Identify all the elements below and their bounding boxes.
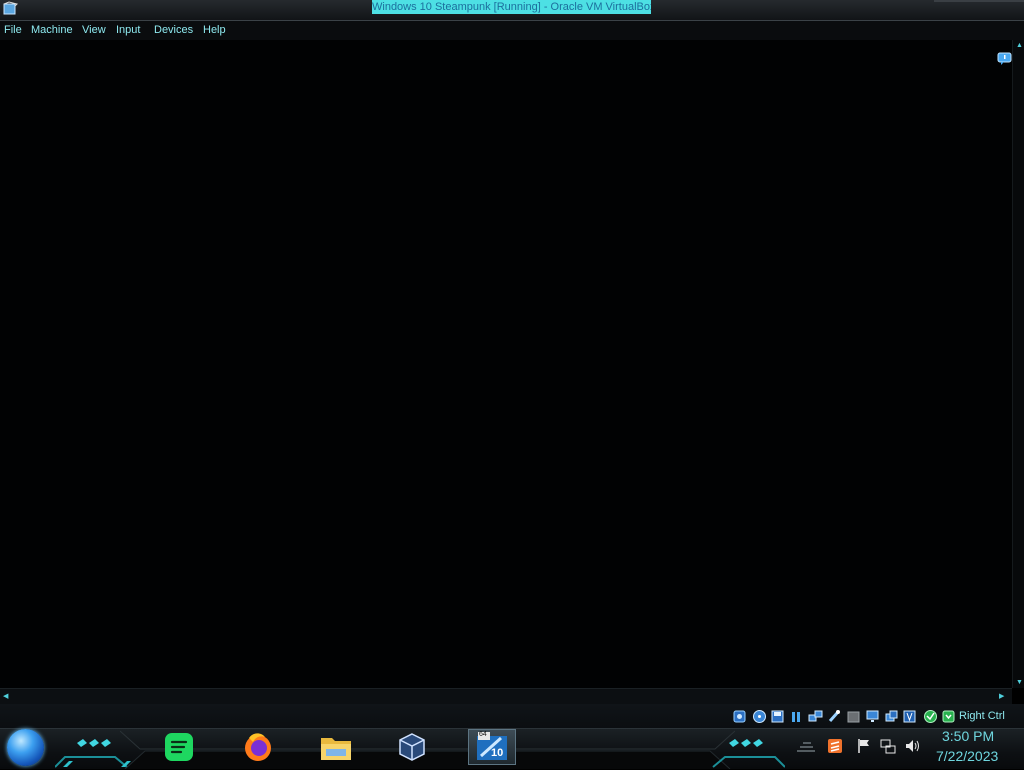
file-explorer-icon: [321, 738, 351, 760]
video-capture-icon[interactable]: [884, 709, 899, 724]
menu-file[interactable]: File: [4, 21, 22, 40]
scroll-right-arrow-icon[interactable]: ▶: [999, 692, 1004, 700]
menu-machine[interactable]: Machine: [31, 21, 73, 40]
floppy-icon[interactable]: [770, 709, 785, 724]
shared-folder-icon[interactable]: [846, 709, 861, 724]
host-key-label[interactable]: Right Ctrl: [959, 709, 1005, 724]
virtualbox-app-icon[interactable]: [2, 1, 18, 17]
audio-icon[interactable]: [789, 709, 804, 724]
action-center-flag-icon[interactable]: [856, 738, 872, 754]
display-icon[interactable]: [865, 709, 880, 724]
vm-arch-label: 64: [479, 731, 487, 738]
scroll-left-arrow-icon[interactable]: ◀: [3, 692, 8, 700]
vm-status-bar: Right Ctrl: [0, 704, 1024, 728]
horizontal-scrollbar[interactable]: ◀ ▶: [0, 688, 1012, 705]
menu-devices[interactable]: Devices: [154, 21, 193, 40]
firefox-icon: [245, 733, 271, 761]
start-button[interactable]: [7, 729, 44, 766]
taskbar-spotify-button[interactable]: [160, 729, 198, 765]
clock-time[interactable]: 3:50 PM: [942, 728, 994, 744]
volume-icon[interactable]: [904, 738, 920, 754]
show-hidden-icons-icon[interactable]: [795, 738, 817, 754]
sublime-text-icon[interactable]: [827, 738, 843, 754]
taskbar-file-explorer-button[interactable]: [317, 729, 355, 765]
guest-additions-icon[interactable]: [902, 709, 917, 724]
window-title: Windows 10 Steampunk [Running] - Oracle …: [372, 0, 651, 14]
menu-view[interactable]: View: [82, 21, 106, 40]
mouse-integration-icon[interactable]: [941, 709, 956, 724]
menu-input[interactable]: Input: [116, 21, 140, 40]
title-bar-edge: [934, 0, 1024, 2]
menu-bar: File Machine View Input Devices Help: [0, 21, 1024, 40]
vm-display[interactable]: [0, 40, 1012, 688]
clock-date[interactable]: 7/22/2023: [936, 748, 998, 764]
virtualbox-icon: [399, 733, 425, 761]
optical-drive-icon[interactable]: [752, 709, 767, 724]
network-icon[interactable]: [808, 709, 823, 724]
title-bar[interactable]: Windows 10 Steampunk [Running] - Oracle …: [0, 0, 1024, 21]
hard-disk-icon[interactable]: [732, 709, 747, 724]
network-tray-icon[interactable]: [880, 738, 896, 754]
taskbar-virtualbox-button[interactable]: [393, 729, 431, 765]
scroll-down-arrow-icon[interactable]: ▼: [1016, 679, 1023, 686]
vm-version-badge: 10: [491, 747, 504, 759]
menu-help[interactable]: Help: [203, 21, 226, 40]
cpu-activity-icon[interactable]: [923, 709, 938, 724]
taskbar-right-decoration: [712, 739, 785, 768]
taskbar-windows-10-vm-button[interactable]: 64 10: [468, 729, 516, 765]
vertical-scrollbar[interactable]: ▲ ▼: [1012, 40, 1024, 688]
taskbar-firefox-button[interactable]: [239, 729, 277, 765]
usb-icon[interactable]: [827, 709, 842, 724]
scroll-up-arrow-icon[interactable]: ▲: [1016, 42, 1023, 49]
spotify-icon: [165, 733, 193, 761]
notification-icon[interactable]: [997, 52, 1012, 66]
